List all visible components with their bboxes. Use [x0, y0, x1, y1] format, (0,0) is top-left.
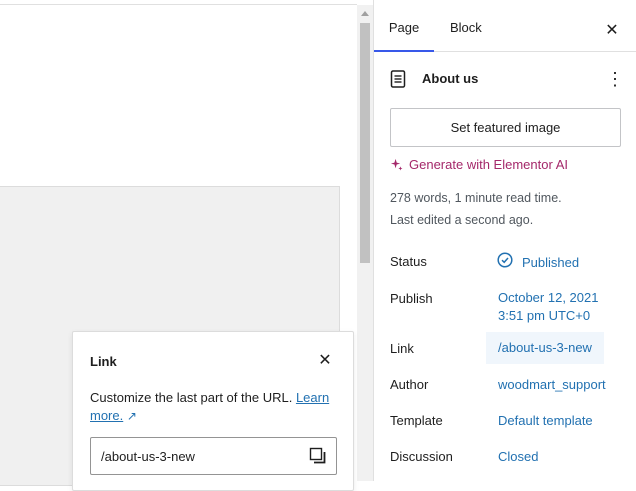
discussion-label: Discussion: [390, 449, 453, 464]
discussion-value[interactable]: Closed: [498, 448, 538, 466]
link-popover: Link ✕ Customize the last part of the UR…: [72, 331, 354, 491]
document-header: About us ⋮: [390, 66, 630, 92]
last-edited: Last edited a second ago.: [390, 213, 534, 227]
link-value[interactable]: /about-us-3-new: [486, 332, 604, 364]
template-value[interactable]: Default template: [498, 412, 593, 430]
canvas-top-divider: [0, 4, 357, 5]
slug-input[interactable]: [101, 438, 301, 474]
generate-with-ai-link[interactable]: Generate with Elementor AI: [390, 157, 568, 172]
external-link-icon: ↗: [126, 409, 137, 423]
tab-block[interactable]: Block: [450, 4, 482, 51]
word-count: 278 words, 1 minute read time.: [390, 191, 562, 205]
author-value[interactable]: woodmart_support: [498, 376, 606, 394]
popover-description: Customize the last part of the URL. Lear…: [90, 390, 330, 423]
link-label: Link: [390, 341, 414, 356]
publish-label: Publish: [390, 291, 433, 306]
status-value[interactable]: Published: [522, 254, 579, 272]
close-icon[interactable]: ✕: [315, 351, 335, 371]
set-featured-image-button[interactable]: Set featured image: [390, 108, 621, 147]
scroll-up-arrow-icon[interactable]: [361, 11, 369, 16]
status-label: Status: [390, 254, 427, 269]
sparkle-icon: [390, 158, 403, 171]
more-options-icon[interactable]: ⋮: [605, 66, 625, 92]
document-title: About us: [422, 71, 479, 86]
tab-page[interactable]: Page: [374, 4, 434, 52]
close-icon[interactable]: ✕: [602, 21, 622, 41]
page-icon: [390, 70, 406, 88]
copy-icon[interactable]: [309, 447, 327, 465]
publish-date-value[interactable]: October 12, 2021 3:51 pm UTC+0: [498, 289, 598, 325]
slug-field[interactable]: [90, 437, 337, 475]
sidebar-tabs: Page Block ✕: [374, 4, 636, 52]
canvas-scrollbar[interactable]: [357, 5, 373, 481]
template-label: Template: [390, 413, 443, 428]
scroll-thumb[interactable]: [360, 23, 370, 263]
author-label: Author: [390, 377, 429, 392]
popover-title: Link: [90, 354, 117, 369]
settings-sidebar: Page Block ✕ About us ⋮ Set featured ima…: [373, 0, 636, 481]
published-check-icon: [497, 252, 513, 268]
